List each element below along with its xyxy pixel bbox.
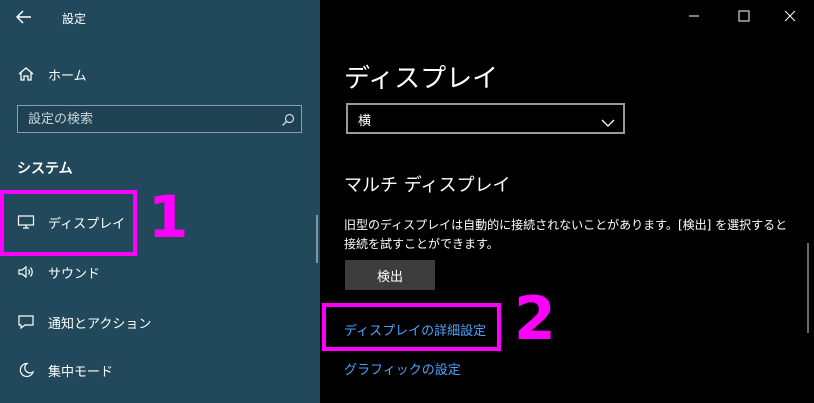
home-icon — [17, 66, 35, 82]
search-box[interactable] — [17, 105, 302, 133]
notification-icon — [17, 314, 35, 330]
close-icon[interactable] — [779, 5, 801, 27]
annotation-box-2 — [322, 303, 501, 351]
moon-icon — [17, 362, 35, 378]
window-title: 設定 — [62, 12, 87, 26]
annotation-label-1: 1 — [148, 183, 189, 251]
description-line: 旧型のディスプレイは自動的に接続されないことがあります。[検出] を選択すると — [344, 218, 788, 232]
maximize-icon[interactable] — [733, 5, 755, 27]
multi-display-heading: マルチ ディスプレイ — [344, 175, 511, 196]
dropdown-value: 横 — [358, 114, 372, 129]
content-scrollbar[interactable] — [807, 243, 809, 333]
graphics-settings-link[interactable]: グラフィックの設定 — [344, 359, 461, 378]
minimize-icon[interactable] — [683, 5, 705, 27]
section-heading: システム — [17, 161, 73, 177]
orientation-dropdown[interactable]: 横 — [346, 103, 625, 134]
page-title: ディスプレイ — [344, 64, 499, 94]
annotation-box-1 — [0, 190, 137, 256]
annotation-label-2: 2 — [514, 284, 556, 354]
speaker-icon — [17, 264, 35, 280]
chevron-down-icon — [601, 113, 615, 127]
description-text: 旧型のディスプレイは自動的に接続されないことがあります。[検出] を選択すると … — [344, 216, 787, 254]
sidebar-item-home[interactable]: ホーム — [0, 54, 320, 94]
description-line: 接続を試すことができます。 — [344, 237, 499, 251]
back-arrow-icon[interactable] — [15, 9, 33, 25]
sidebar-item-sound[interactable]: サウンド — [0, 252, 320, 292]
sidebar-scrollbar[interactable] — [316, 215, 318, 263]
search-input[interactable] — [18, 106, 301, 132]
detect-button[interactable]: 検出 — [345, 260, 435, 290]
sidebar-item-label: ホーム — [48, 69, 87, 84]
sidebar-item-label: サウンド — [48, 267, 101, 282]
sidebar-item-label: 集中モード — [48, 365, 114, 380]
sidebar-item-label: 通知とアクション — [48, 317, 152, 332]
sidebar-item-focus-assist[interactable]: 集中モード — [0, 350, 320, 390]
sidebar-item-notifications[interactable]: 通知とアクション — [0, 302, 320, 342]
search-icon[interactable] — [281, 112, 295, 126]
